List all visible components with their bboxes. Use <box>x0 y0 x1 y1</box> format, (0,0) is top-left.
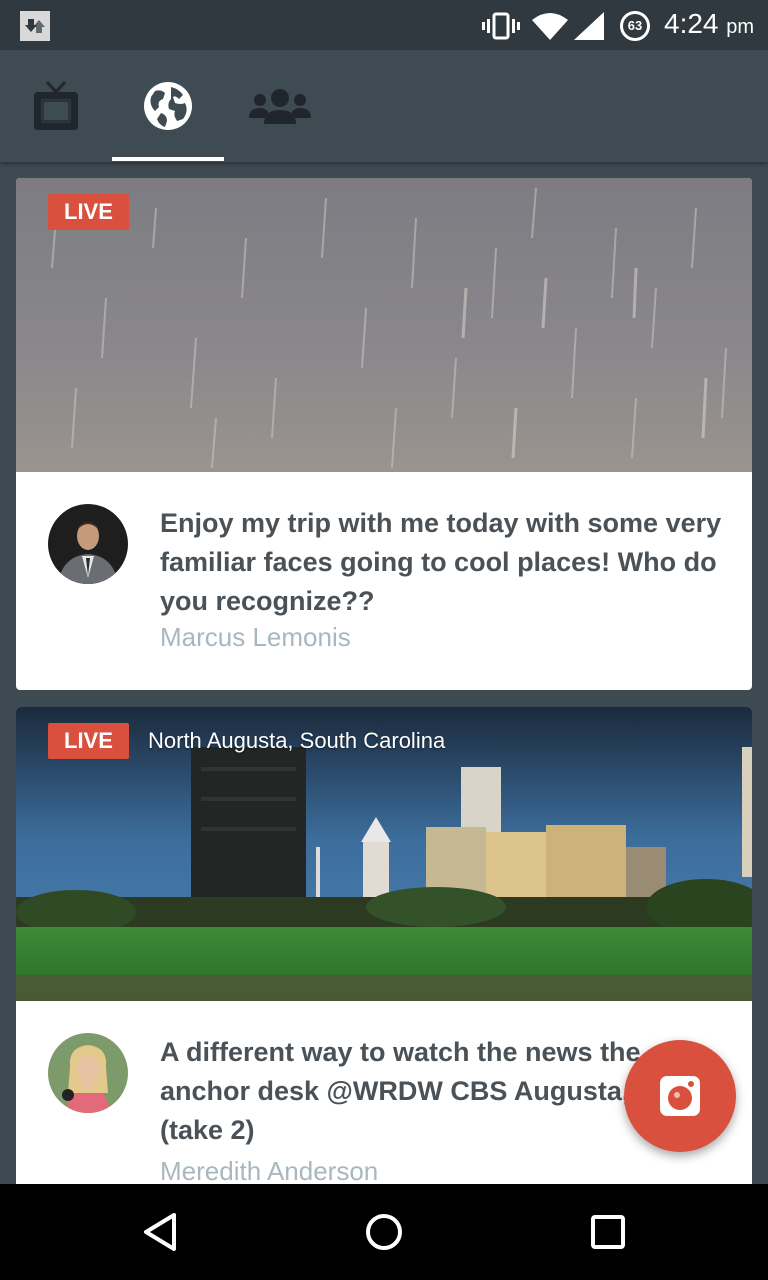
tab-people[interactable] <box>224 50 336 162</box>
tab-globe[interactable] <box>112 50 224 162</box>
clock-time: 4:24 <box>664 8 719 39</box>
home-button[interactable] <box>336 1184 432 1280</box>
broadcaster-name[interactable]: Marcus Lemonis <box>160 621 351 653</box>
wifi-icon <box>530 12 570 45</box>
avatar[interactable] <box>48 1033 128 1113</box>
top-tab-bar <box>0 50 768 162</box>
broadcast-thumbnail[interactable]: LIVE <box>16 178 752 472</box>
start-broadcast-button[interactable] <box>624 1040 736 1152</box>
vibrate-icon <box>482 12 520 45</box>
battery-icon: 63 <box>620 11 650 41</box>
home-icon <box>366 1214 402 1250</box>
navigation-bar <box>0 1184 768 1280</box>
back-button[interactable] <box>112 1184 208 1280</box>
broadcast-feed[interactable]: LIVE Enjoy my trip with me today with so… <box>0 162 768 1184</box>
tab-tv[interactable] <box>0 50 112 162</box>
avatar[interactable] <box>48 504 128 584</box>
tv-icon <box>34 80 78 130</box>
back-icon <box>144 1213 176 1251</box>
recent-apps-button[interactable] <box>560 1184 656 1280</box>
broadcast-title: Enjoy my trip with me today with some ve… <box>160 508 722 616</box>
download-icon <box>20 11 50 41</box>
broadcast-card[interactable]: LIVE Enjoy my trip with me today with so… <box>16 178 752 690</box>
broadcaster-name[interactable]: Meredith Anderson <box>160 1155 378 1184</box>
globe-icon <box>144 82 192 130</box>
broadcast-info[interactable]: Enjoy my trip with me today with some ve… <box>16 472 752 690</box>
signal-icon <box>574 12 604 45</box>
live-badge: LIVE <box>48 723 129 759</box>
recent-apps-icon <box>591 1215 625 1249</box>
live-badge: LIVE <box>48 194 129 230</box>
location-label: North Augusta, South Carolina <box>148 728 446 753</box>
clock-ampm: pm <box>726 16 755 38</box>
camera-icon <box>660 1076 700 1116</box>
tab-indicator <box>112 157 224 161</box>
people-icon <box>249 89 311 124</box>
status-bar: 63 4:24 pm <box>0 0 768 50</box>
broadcast-thumbnail[interactable]: LIVE North Augusta, South Carolina <box>16 707 752 1001</box>
clock: 4:24 pm <box>664 8 754 40</box>
